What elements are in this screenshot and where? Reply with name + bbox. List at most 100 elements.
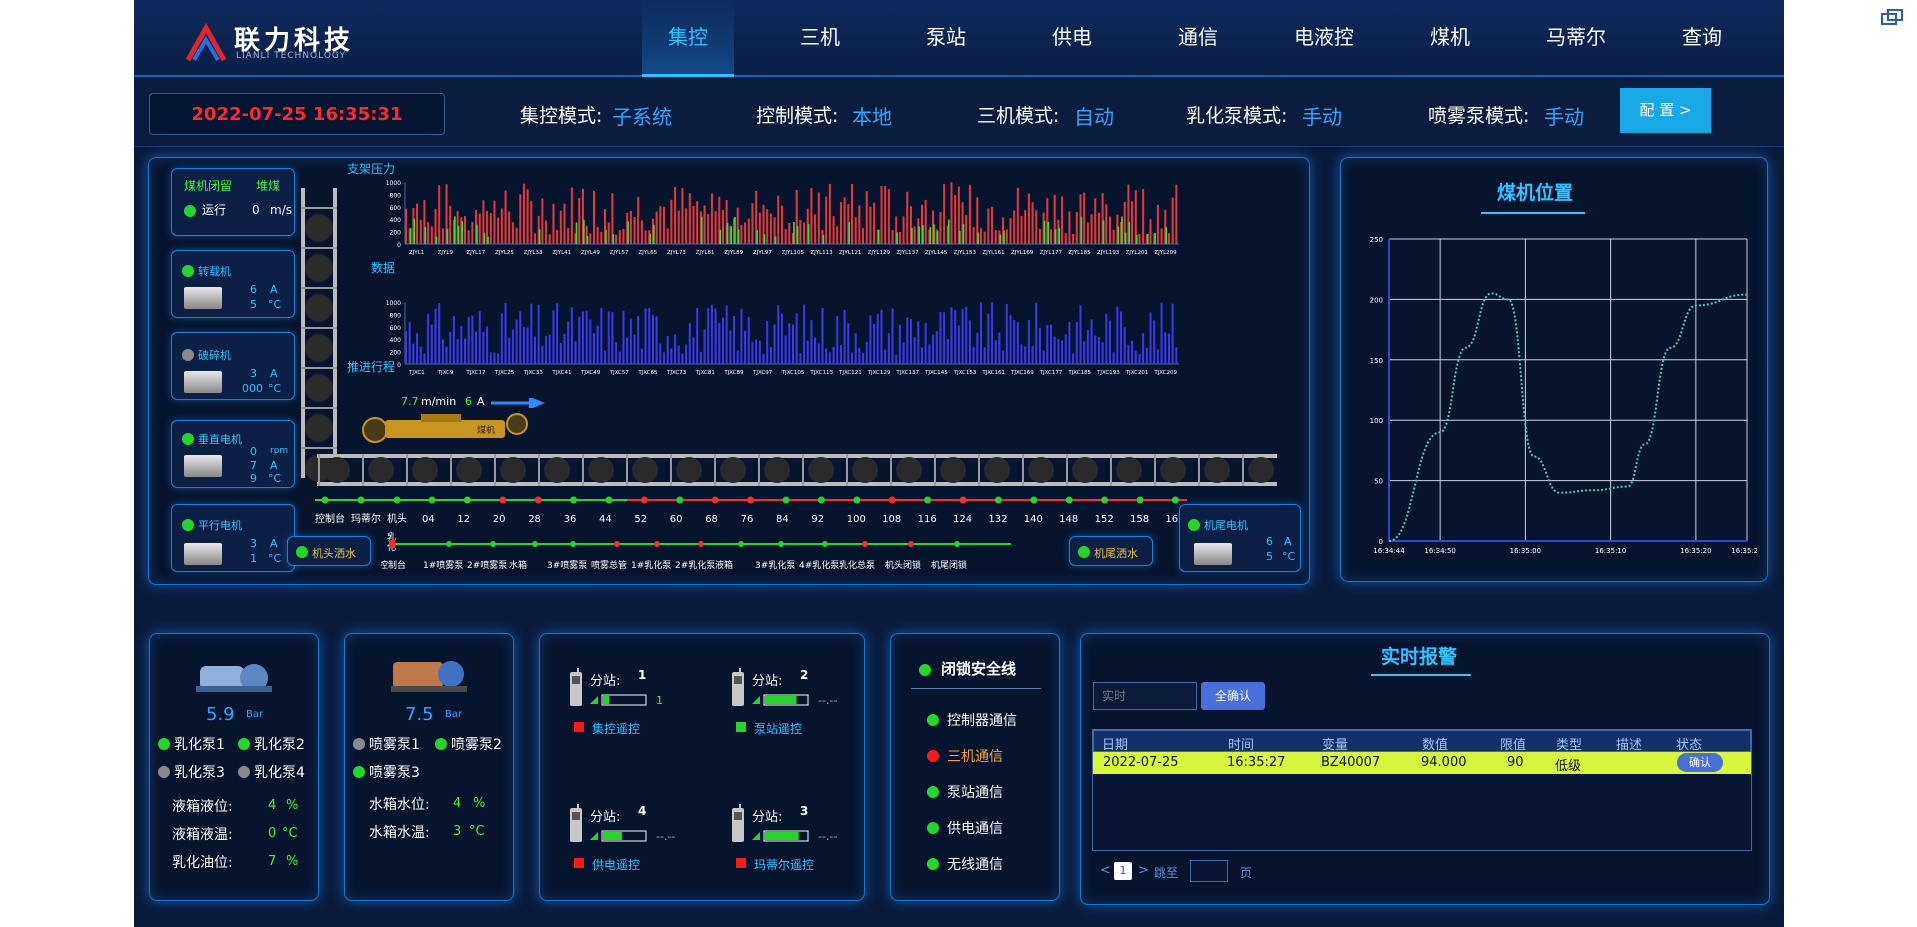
zhuanzaiji-name: 转载机: [198, 265, 231, 278]
push-bar: [622, 310, 625, 364]
title-underline: [1481, 212, 1585, 214]
push-bar: [681, 353, 684, 364]
window-restore-icon[interactable]: [1880, 8, 1906, 28]
push-bar: [836, 316, 839, 364]
station-label: 分站:: [752, 674, 783, 689]
pressure-bar-alt: [457, 225, 460, 244]
x-tick-label: TJXC201: [1125, 370, 1149, 376]
tab-jikong[interactable]: 集控: [642, 0, 734, 77]
next-page-button[interactable]: >: [1138, 863, 1149, 878]
pressure-bar: [438, 185, 441, 244]
push-bar: [611, 312, 614, 364]
push-bar: [744, 330, 747, 364]
pressure-bar: [1171, 197, 1174, 244]
push-bar: [1094, 335, 1097, 364]
pressure-bar: [692, 205, 695, 244]
coal-pile: [368, 457, 394, 483]
pressure-bar-alt: [726, 223, 729, 244]
zhuanzaiji-box[interactable]: 转载机 6 A 5 °C: [171, 250, 295, 318]
head-spray-button[interactable]: 机头洒水: [287, 536, 371, 566]
push-bar: [1153, 320, 1156, 364]
push-bar: [511, 329, 514, 364]
tab-sanji[interactable]: 三机: [774, 0, 866, 77]
pressure-bar-alt: [922, 225, 924, 244]
tab-dianyekong[interactable]: 电液控: [1274, 0, 1374, 77]
pressure-bar: [751, 203, 754, 244]
push-bar: [806, 340, 809, 364]
push-bar: [493, 352, 496, 364]
tab-meiji[interactable]: 煤机: [1404, 0, 1496, 77]
pipe-point: [738, 541, 744, 547]
config-button[interactable]: 配 置 >: [1620, 88, 1711, 133]
substation-item[interactable]: 分站: 4 --.-- 供电遥控: [568, 804, 708, 904]
tab-chaxun[interactable]: 查询: [1656, 0, 1748, 77]
chuizhi-motor-box[interactable]: 垂直电机 0 rpm 7 A 9 °C: [171, 420, 295, 488]
push-bar: [965, 306, 968, 364]
confirm-button[interactable]: 确认: [1677, 753, 1723, 772]
pressure-bar-alt: [483, 232, 486, 244]
push-bar: [692, 337, 695, 364]
push-bar: [1131, 340, 1134, 364]
emulsion-pump-panel: 5.9 Bar 乳化泵1 乳化泵2 乳化泵3 乳化泵4 液箱液位: 4 % 液箱…: [149, 633, 319, 901]
prev-page-button[interactable]: <: [1100, 863, 1111, 878]
pipe-point: [490, 541, 496, 547]
coal-pile: [676, 457, 702, 483]
substation-item[interactable]: 分站: 2 --.-- 泵站遥控: [730, 668, 870, 768]
push-bar: [847, 323, 850, 364]
tab-gongdian[interactable]: 供电: [1026, 0, 1118, 77]
scale-point: [605, 496, 613, 504]
confirm-all-button[interactable]: 全确认: [1201, 682, 1265, 710]
pump-item: 乳化泵4: [254, 765, 305, 781]
chuizhi-current-unit: A: [270, 459, 278, 472]
x-tick-label: TJXC113: [809, 370, 833, 376]
shearer-label: 煤机: [477, 424, 495, 436]
pressure-bar-alt: [1124, 232, 1127, 244]
push-bar: [828, 352, 831, 364]
page-number-button[interactable]: 1: [1114, 862, 1132, 880]
app-window: 联力科技 LIANLI TECHNOLOGY 集控 三机 泵站 供电 通信 电液…: [134, 0, 1784, 927]
comm-item: 泵站通信: [947, 785, 1003, 801]
scale-label: 108: [882, 514, 901, 525]
substation-item[interactable]: 分站: 1 1 集控遥控: [568, 668, 708, 768]
position-line-chart: 250 200 150 100 50 016:34:44 16:34:50 16:35:00 1…: [1370, 236, 1757, 555]
push-bar: [913, 337, 916, 364]
tab-bengzhan[interactable]: 泵站: [900, 0, 992, 77]
pressure-bar-alt: [1054, 229, 1057, 244]
pressure-bar: [530, 200, 533, 244]
push-bar: [696, 307, 699, 364]
pressure-bar: [1090, 214, 1093, 244]
alarm-filter-input[interactable]: [1093, 682, 1197, 710]
tail-spray-button[interactable]: 机尾洒水: [1069, 536, 1153, 566]
tank-level-label: 液箱液位:: [172, 799, 233, 815]
posuiji-box[interactable]: 破碎机 3 A 000 °C: [171, 332, 295, 400]
alarm-row[interactable]: 2022-07-25 16:35:27 BZ40007 94.000 90 低级…: [1093, 752, 1751, 774]
pipe-point: [570, 541, 576, 547]
scale-label: 28: [528, 514, 541, 525]
push-bar: [935, 330, 938, 364]
push-bar: [707, 308, 710, 364]
push-bar: [950, 307, 953, 364]
tail-motor-box[interactable]: 机尾电机 6 A 5 °C: [1179, 504, 1301, 572]
push-bar: [604, 350, 607, 364]
pressure-label: 支架压力: [347, 162, 396, 176]
pressure-bar-alt: [1102, 220, 1105, 244]
pressure-bar-alt: [763, 234, 766, 244]
tab-tongxin[interactable]: 通信: [1152, 0, 1244, 77]
pressure-bar: [592, 190, 595, 244]
goto-page-input[interactable]: [1190, 860, 1228, 882]
pressure-bar: [666, 228, 669, 244]
pingxing-motor-box[interactable]: 平行电机 3 A 1 °C: [171, 504, 295, 572]
substation-item[interactable]: 分站: 3 --.-- 玛蒂尔遥控: [730, 804, 870, 904]
safety-dot: [919, 664, 931, 676]
pressure-bar-alt: [848, 222, 851, 244]
tank-temp-unit: °C: [282, 826, 298, 841]
push-bar: [784, 335, 787, 364]
scale-point: [1030, 496, 1038, 504]
station-value: --.--: [818, 694, 838, 707]
push-bar: [1024, 346, 1027, 364]
x-tick-label: ZJYL129: [868, 250, 891, 256]
comm-status-dot: [927, 750, 939, 762]
tab-madier[interactable]: 马蒂尔: [1526, 0, 1626, 77]
scale-point: [1065, 496, 1073, 504]
pressure-bar: [769, 213, 772, 244]
